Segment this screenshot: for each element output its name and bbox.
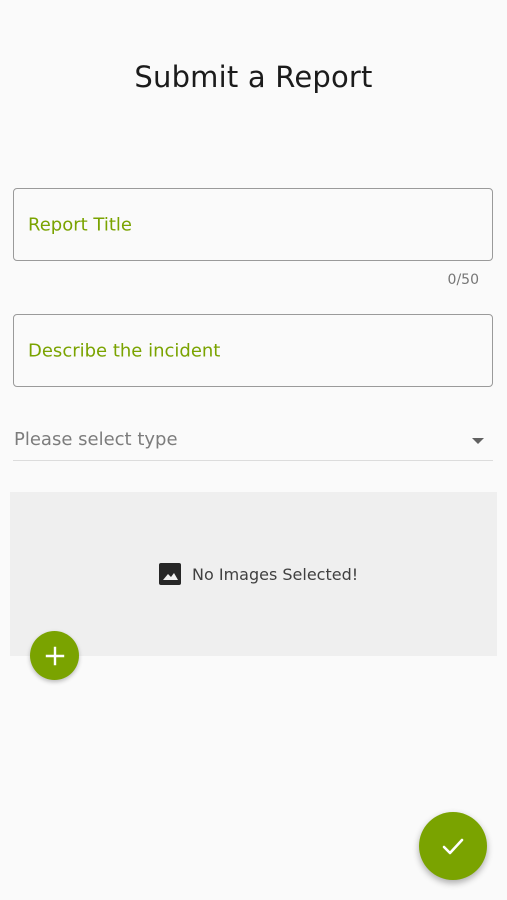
status-bar [0, 0, 507, 24]
plus-icon [45, 646, 64, 665]
no-images-text: No Images Selected! [192, 564, 359, 584]
title-character-counter: 0/50 [447, 272, 479, 288]
submit-report-button[interactable] [419, 812, 487, 880]
selected-images-panel: No Images Selected! [10, 492, 497, 656]
report-type-select[interactable]: Please select type [13, 420, 493, 461]
no-images-message: No Images Selected! [158, 562, 358, 586]
check-icon [442, 838, 464, 855]
incident-description-field[interactable]: Describe the incident [13, 314, 493, 387]
report-title-label: Report Title [28, 214, 132, 235]
image-icon [159, 563, 181, 585]
chevron-down-icon [472, 438, 484, 444]
report-type-placeholder: Please select type [14, 429, 178, 450]
report-screen: Submit a Report Report Title 0/50 Descri… [0, 0, 507, 900]
report-title-field[interactable]: Report Title [13, 188, 493, 261]
add-image-button[interactable] [30, 631, 79, 680]
page-title: Submit a Report [134, 60, 373, 94]
incident-description-label: Describe the incident [28, 340, 221, 361]
